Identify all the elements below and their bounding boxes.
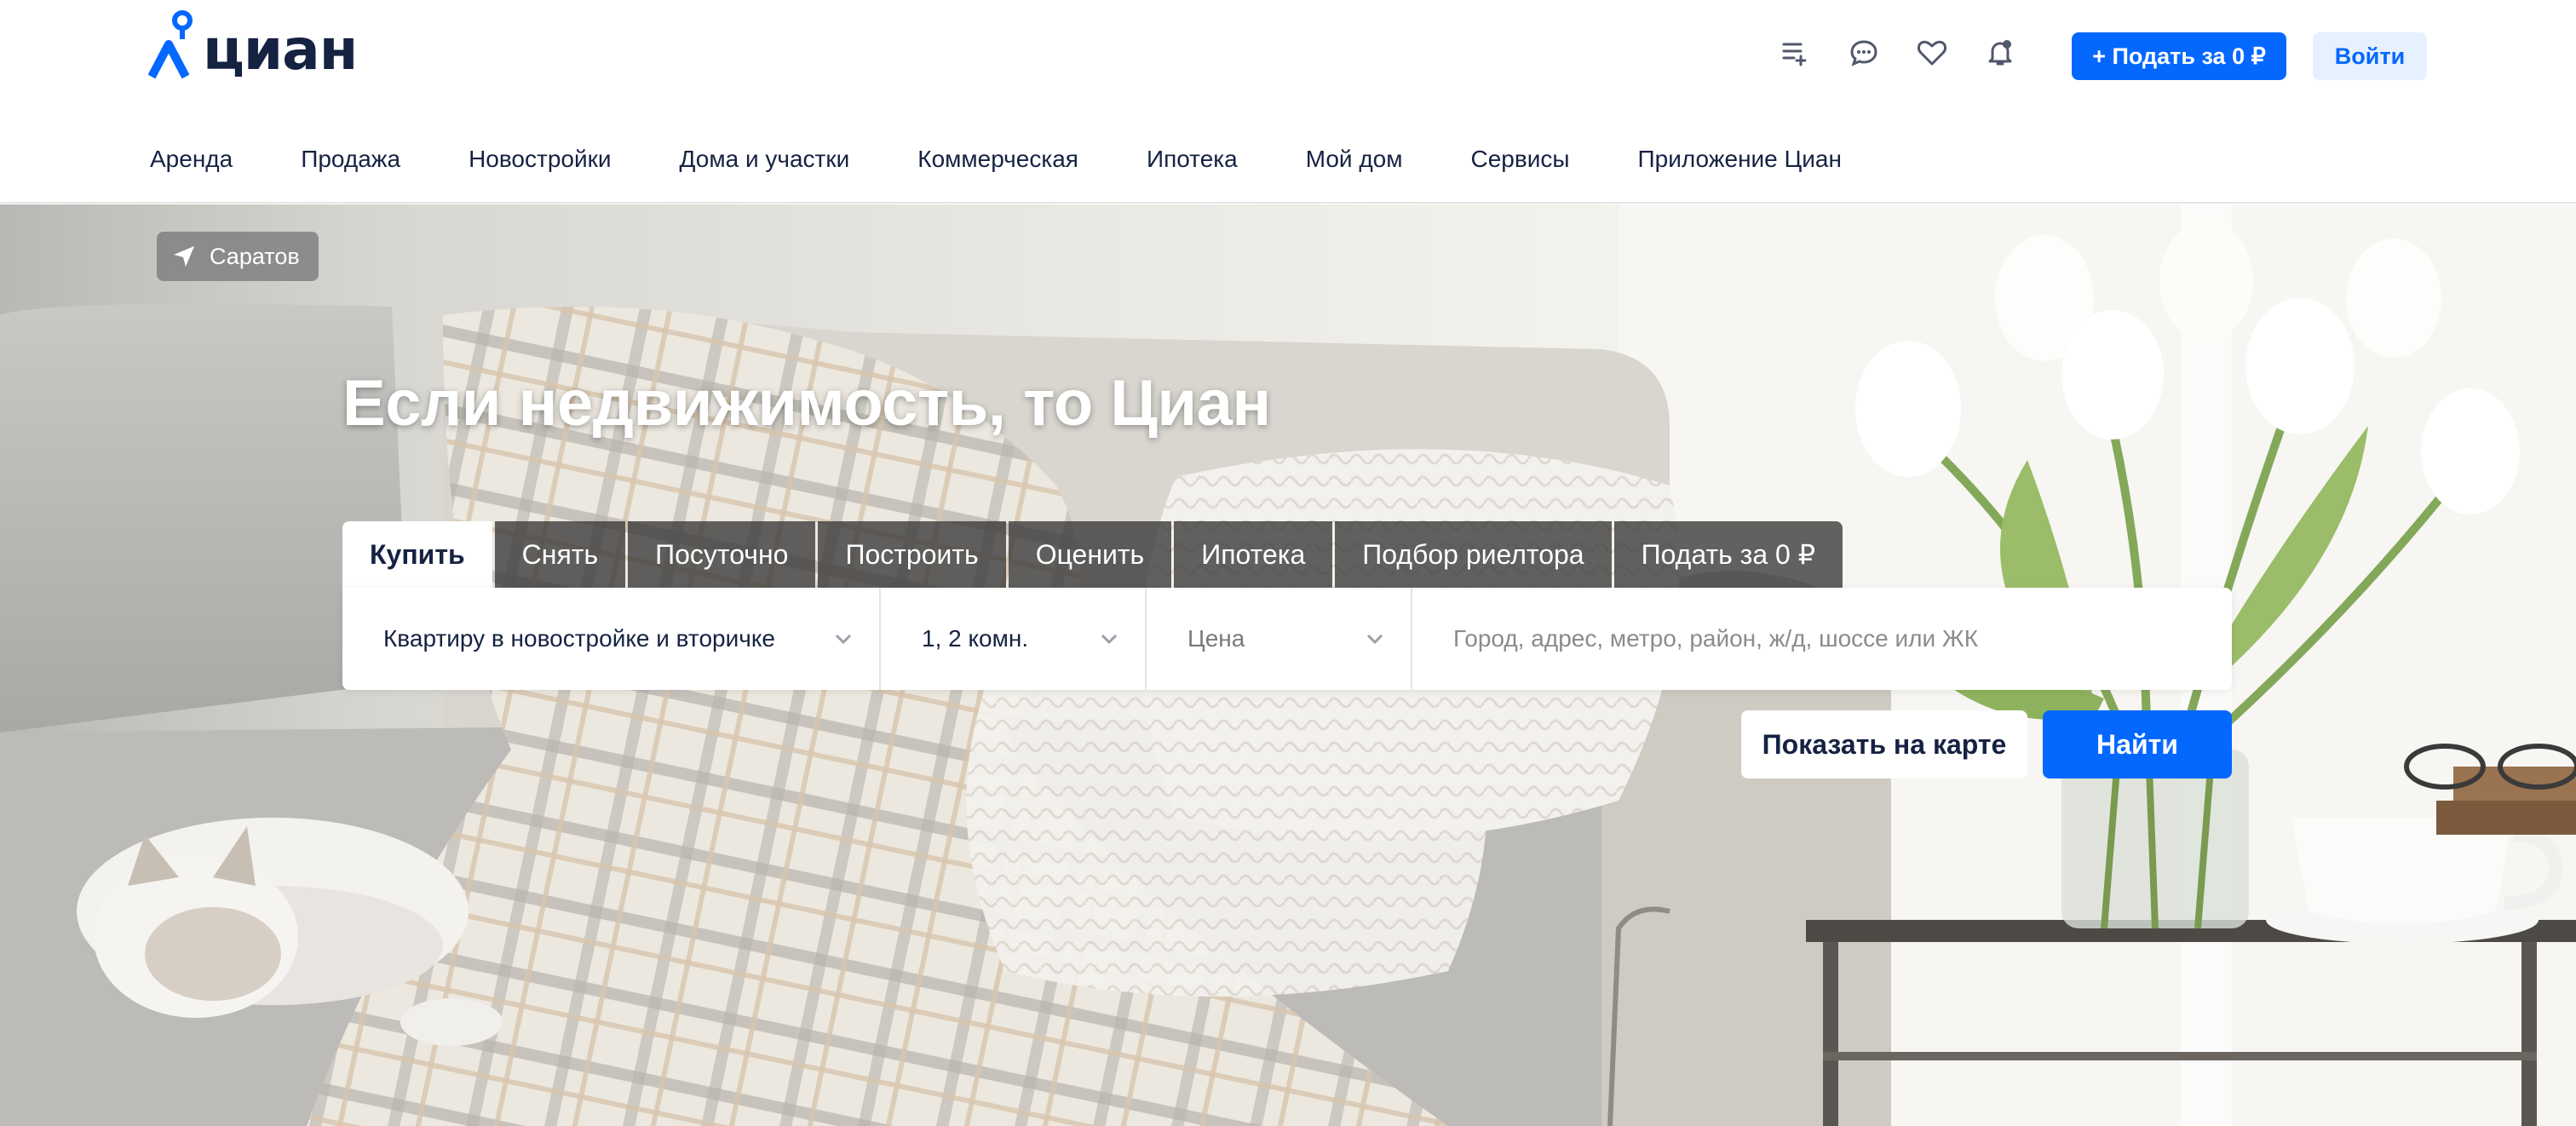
chevron-down-icon: [1366, 634, 1383, 645]
chevron-down-icon: [835, 634, 852, 645]
nav-item-my-home[interactable]: Мой дом: [1306, 146, 1403, 173]
tab-mortgage[interactable]: Ипотека: [1174, 521, 1333, 588]
tab-realtor[interactable]: Подбор риелтора: [1335, 521, 1612, 588]
logo-mark-icon: [148, 10, 193, 79]
chat-icon[interactable]: [1849, 37, 1879, 68]
logo[interactable]: циан: [148, 9, 358, 83]
property-type-select[interactable]: Квартиру в новостройке и вторичке: [342, 588, 881, 690]
nav-item-services[interactable]: Сервисы: [1471, 146, 1570, 173]
location-search-input[interactable]: [1412, 588, 2232, 690]
tab-rent[interactable]: Снять: [494, 521, 626, 588]
logo-text: циан: [203, 17, 358, 83]
main-nav: Аренда Продажа Новостройки Дома и участк…: [0, 114, 2576, 204]
location-arrow-icon: [174, 246, 194, 267]
show-on-map-button[interactable]: Показать на карте: [1741, 710, 2027, 778]
city-selector[interactable]: Саратов: [157, 232, 319, 281]
bell-icon[interactable]: [1985, 37, 2015, 68]
tab-buy[interactable]: Купить: [342, 521, 492, 588]
tab-post-ad[interactable]: Подать за 0 ₽: [1613, 521, 1843, 588]
rooms-select[interactable]: 1, 2 комн.: [881, 588, 1147, 690]
header-icons: [1780, 37, 2015, 68]
post-ad-button[interactable]: + Подать за 0 ₽: [2072, 32, 2286, 80]
tab-build[interactable]: Построить: [818, 521, 1006, 588]
login-button[interactable]: Войти: [2313, 32, 2427, 80]
hero-section: Саратов Если недвижимость, то Циан Купит…: [0, 204, 2576, 1126]
compare-list-icon[interactable]: [1780, 37, 1811, 68]
nav-item-sale[interactable]: Продажа: [301, 146, 400, 173]
nav-item-houses[interactable]: Дома и участки: [680, 146, 850, 173]
property-type-value: Квартиру в новостройке и вторичке: [383, 625, 775, 652]
tab-daily[interactable]: Посуточно: [628, 521, 816, 588]
nav-item-rent[interactable]: Аренда: [150, 146, 233, 173]
nav-item-app[interactable]: Приложение Циан: [1638, 146, 1842, 173]
city-name: Саратов: [210, 243, 300, 269]
search-bar: Квартиру в новостройке и вторичке 1, 2 к…: [342, 588, 2232, 690]
deal-type-tabs: Купить Снять Посуточно Построить Оценить…: [342, 521, 1845, 588]
find-button[interactable]: Найти: [2043, 710, 2232, 778]
price-select[interactable]: Цена: [1147, 588, 1412, 690]
price-value: Цена: [1187, 625, 1245, 652]
nav-item-commercial[interactable]: Коммерческая: [917, 146, 1078, 173]
chevron-down-icon: [1101, 634, 1118, 645]
heart-icon[interactable]: [1917, 37, 1947, 68]
hero-title: Если недвижимость, то Циан: [342, 367, 1271, 439]
tab-evaluate[interactable]: Оценить: [1008, 521, 1172, 588]
rooms-value: 1, 2 комн.: [922, 625, 1029, 652]
nav-item-mortgage[interactable]: Ипотека: [1147, 146, 1238, 173]
site-header: циан + Подать за 0 ₽ Войти: [0, 0, 2576, 114]
nav-item-new-buildings[interactable]: Новостройки: [469, 146, 611, 173]
